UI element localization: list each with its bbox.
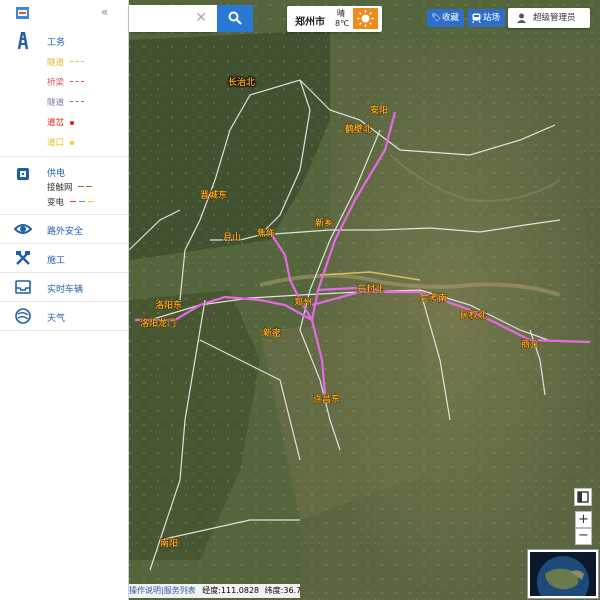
station-button[interactable]: 站场 [468, 9, 505, 27]
section-title-works[interactable]: 工务 [47, 35, 65, 48]
city-label-zhengzhou: 郑州 [294, 296, 312, 308]
city-label-xinmi: 新密 [263, 327, 281, 339]
section-construction[interactable]: 施工 [0, 244, 128, 273]
longitude-value: 111.0828 [220, 586, 260, 595]
weather-widget[interactable]: 郑州市 晴 8℃ [287, 6, 382, 32]
city-label-lankao: 兰考南 [420, 292, 447, 304]
city-label-anyang: 安阳 [370, 104, 388, 116]
app-logo-icon [16, 7, 29, 19]
section-title-construction[interactable]: 施工 [47, 253, 65, 266]
legend-dot-red [70, 121, 74, 125]
longitude-label: 经度: [202, 586, 221, 595]
city-label-jiaozuo: 焦作 [256, 227, 275, 239]
legend-swatch-brown [86, 186, 92, 187]
user-menu-button[interactable]: 超级管理员 [508, 8, 590, 28]
overview-map[interactable] [527, 549, 599, 599]
sun-icon [353, 8, 378, 29]
status-bar: 操作说明|服务列表 经度:111.0828 纬度:36.7037 [129, 584, 300, 598]
works-track-icon [17, 32, 29, 50]
legend-swatch-yellow [88, 201, 94, 202]
legend-swatch-yellow [70, 61, 84, 62]
section-weather[interactable]: 天气 [0, 302, 128, 331]
user-name: 超级管理员 [533, 13, 576, 23]
legend-swatch-pink [70, 81, 84, 82]
weather-city: 郑州市 [295, 17, 325, 28]
city-label-xuchang: 许昌东 [313, 393, 340, 405]
weather-temperature: 8℃ [335, 19, 350, 28]
collapse-sidebar-button[interactable]: « [101, 5, 108, 19]
city-label-changzhi: 长治北 [228, 76, 255, 88]
latitude-value: 36.7037 [283, 586, 300, 595]
train-icon [472, 13, 481, 23]
favorites-button[interactable]: 🏷 收藏 [427, 9, 464, 27]
section-vehicles[interactable]: 实时车辆 [0, 273, 128, 302]
globe-icon [530, 552, 596, 596]
weather-icon [15, 308, 31, 324]
power-icon [17, 168, 29, 180]
zoom-out-button[interactable]: − [575, 528, 592, 545]
section-title-power[interactable]: 供电 [47, 166, 65, 179]
layer-toggle-button[interactable] [574, 488, 592, 506]
legend-swatch-purple [70, 101, 84, 102]
eye-icon [14, 224, 32, 234]
favorites-label: 收藏 [442, 13, 460, 23]
legend-swatch-brown [78, 186, 84, 187]
legend-dot-yellow [70, 141, 74, 145]
city-label-xinxiang: 新乡 [315, 217, 333, 229]
city-label-yueshan: 月山 [222, 231, 241, 243]
city-label-nanyang: 南阳 [160, 537, 178, 549]
weather-condition: 晴 [337, 9, 345, 18]
legend-item-label[interactable]: 桥梁 [47, 76, 64, 88]
section-title-weather[interactable]: 天气 [47, 311, 65, 324]
city-label-jincheng: 晋城东 [200, 189, 227, 201]
city-label-luoyang: 洛阳东 [155, 299, 182, 311]
legend-item-label[interactable]: 隧道 [47, 56, 64, 68]
section-title-road-safety[interactable]: 路外安全 [47, 224, 83, 237]
section-power: 供电 接触网 变电 [0, 157, 128, 215]
legend-item-label[interactable]: 接触网 [47, 181, 73, 193]
zoom-in-button[interactable]: + [575, 511, 592, 528]
search-button[interactable] [217, 5, 253, 32]
latitude-label: 纬度: [264, 586, 284, 595]
layers-icon [577, 491, 589, 503]
section-title-vehicles[interactable]: 实时车辆 [47, 282, 83, 295]
sidebar-header: « [0, 0, 128, 26]
city-label-kaifeng: 开封北 [357, 283, 384, 295]
legend-item-label[interactable]: 道岔 [47, 116, 64, 128]
section-road-safety[interactable]: 路外安全 [0, 215, 128, 244]
legend-item-label[interactable]: 变电 [47, 196, 64, 208]
inbox-icon [15, 280, 31, 294]
city-label-minquan: 民权北 [460, 309, 487, 321]
city-label-luoyang-longmen: 洛阳龙门 [140, 317, 176, 329]
help-links[interactable]: 操作说明|服务列表 [129, 586, 196, 595]
search-input[interactable]: ✕ [129, 5, 217, 32]
section-works: 工务 隧道 桥梁 隧道 道岔 道口 [0, 26, 128, 157]
clear-search-button[interactable]: ✕ [195, 10, 207, 26]
city-label-hebi: 鹤壁北 [345, 123, 372, 135]
tag-icon: 🏷 [431, 13, 442, 22]
tools-icon [16, 251, 30, 265]
legend-swatch-red [70, 201, 76, 202]
city-label-shangqiu: 商丘 [521, 338, 539, 350]
search-icon [228, 11, 242, 25]
legend-item-label[interactable]: 隧道 [47, 96, 64, 108]
legend-swatch-cyan [79, 201, 85, 202]
sidebar: « 工务 隧道 桥梁 隧道 道岔 道口 供电 接触网 变电 路外安全 施工 实时… [0, 0, 129, 600]
legend-item-label[interactable]: 道口 [47, 136, 64, 148]
station-label: 站场 [483, 13, 501, 23]
user-icon [517, 13, 526, 23]
